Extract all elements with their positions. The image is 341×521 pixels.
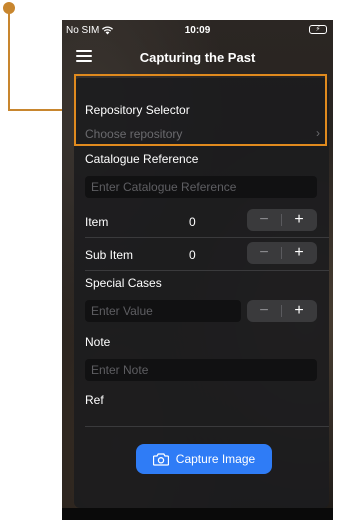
note-input[interactable]: Enter Note <box>85 359 317 381</box>
special-cases-decrement-button[interactable]: − <box>247 300 281 322</box>
item-stepper[interactable]: − + <box>247 209 317 231</box>
battery-icon: ⚡ <box>309 25 327 34</box>
sub-item-stepper[interactable]: − + <box>247 242 317 264</box>
phone-screen: No SIM 10:09 ⚡ Capturing the Past Reposi… <box>62 20 333 520</box>
separator <box>85 270 329 271</box>
chevron-right-icon[interactable]: › <box>316 126 320 140</box>
navigation-bar: Capturing the Past <box>62 40 333 76</box>
special-cases-increment-button[interactable]: + <box>282 300 316 322</box>
note-label: Note <box>85 335 111 349</box>
sub-item-label: Sub Item <box>85 248 134 262</box>
special-cases-input[interactable]: Enter Value <box>85 300 241 322</box>
separator <box>85 237 329 238</box>
item-decrement-button[interactable]: − <box>247 209 281 231</box>
capture-image-label: Capture Image <box>175 452 256 466</box>
catalogue-reference-label: Catalogue Reference <box>85 152 199 166</box>
camera-icon <box>152 452 169 466</box>
annotation-line-vertical <box>8 12 10 111</box>
sub-item-increment-button[interactable]: + <box>282 242 316 264</box>
form-panel: Repository Selector Choose repository › … <box>74 78 329 508</box>
page-title: Capturing the Past <box>139 50 256 65</box>
sub-item-decrement-button[interactable]: − <box>247 242 281 264</box>
ref-label: Ref <box>85 393 104 407</box>
sub-item-count: 0 <box>189 248 196 262</box>
item-increment-button[interactable]: + <box>282 209 316 231</box>
capture-image-button[interactable]: Capture Image <box>136 444 272 474</box>
bottom-bar <box>62 508 333 520</box>
item-label: Item <box>85 215 109 229</box>
status-time: 10:09 <box>184 25 211 36</box>
special-cases-stepper[interactable]: − + <box>247 300 317 322</box>
repository-label: Repository Selector <box>85 103 190 117</box>
catalogue-reference-input[interactable]: Enter Catalogue Reference <box>85 176 317 198</box>
item-count: 0 <box>189 215 196 229</box>
special-cases-label: Special Cases <box>85 276 162 290</box>
separator <box>85 426 329 427</box>
status-bar: No SIM 10:09 ⚡ <box>62 20 333 40</box>
repository-selector[interactable]: Choose repository <box>85 127 182 141</box>
